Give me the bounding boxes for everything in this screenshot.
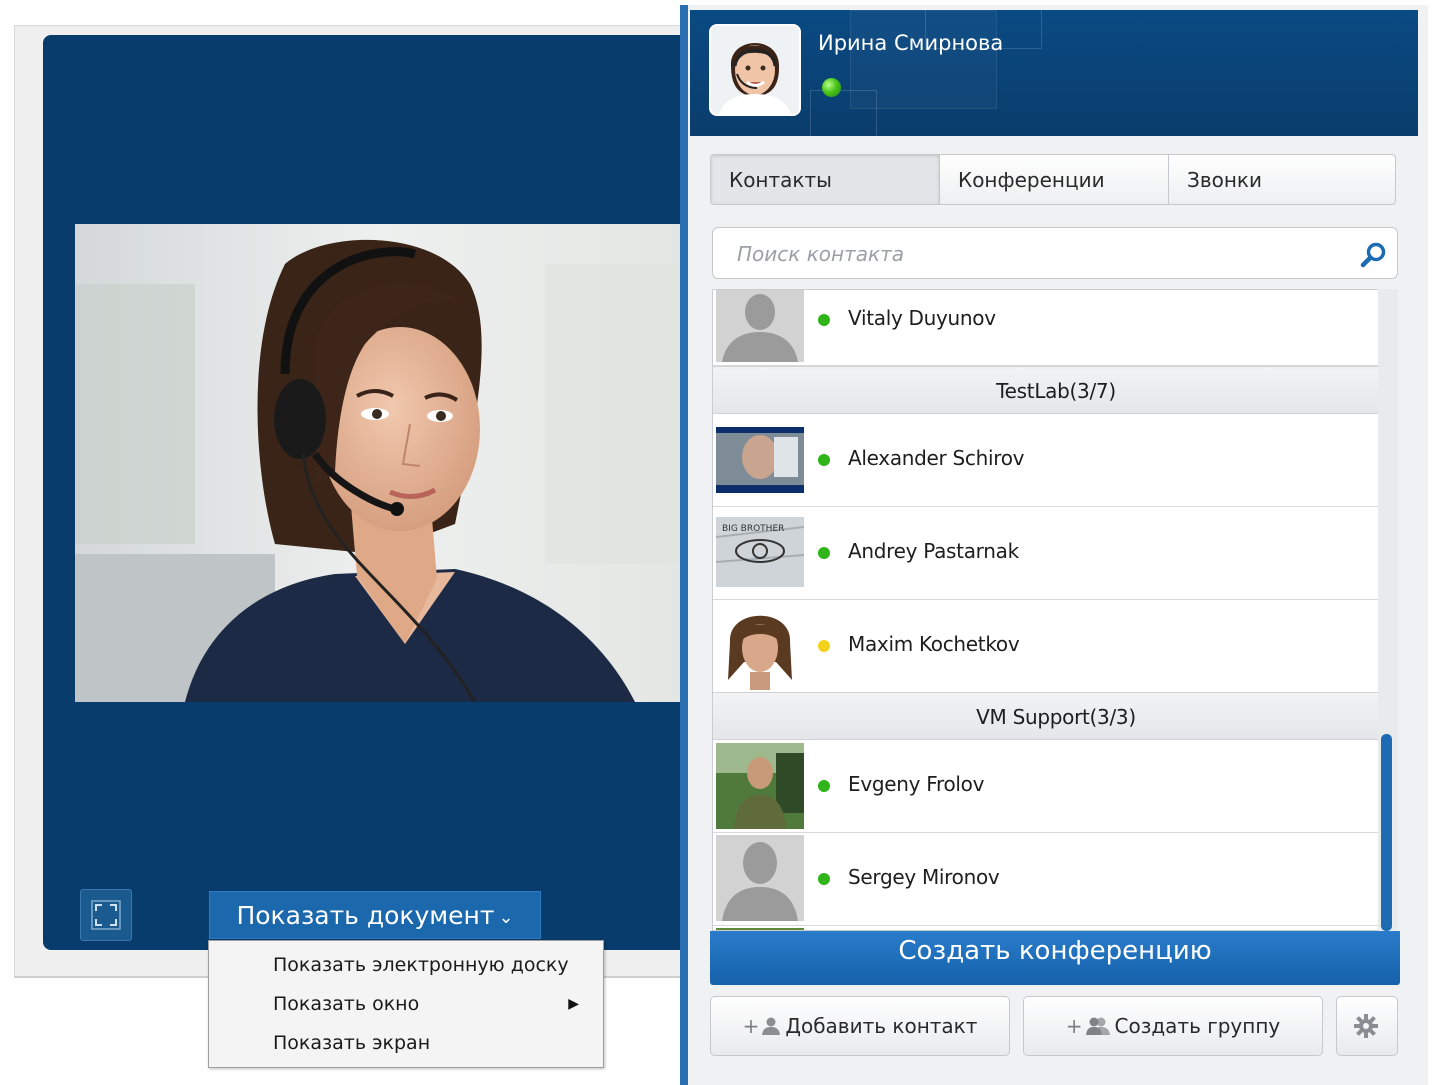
contact-avatar	[716, 290, 804, 362]
contact-row[interactable]: BIG BROTHER Andrey Pastarnak	[713, 507, 1379, 600]
contact-list: Vitaly Duyunov TestLab(3/7) Alexander Sc…	[712, 289, 1398, 931]
contact-row[interactable]: Vitaly Duyunov	[713, 290, 1379, 366]
menu-item-show-whiteboard[interactable]: Показать электронную доску	[209, 946, 603, 985]
menu-item-show-screen[interactable]: Показать экран	[209, 1024, 603, 1063]
create-conference-button[interactable]: Создать конференцию	[710, 931, 1400, 985]
group-icon	[1085, 1017, 1110, 1035]
status-away-icon	[818, 640, 830, 652]
remote-video-feed	[75, 224, 685, 702]
contact-name: Andrey Pastarnak	[848, 539, 1019, 563]
gear-icon	[1354, 1014, 1378, 1038]
contact-name: Vitaly Duyunov	[848, 306, 996, 330]
contact-avatar	[716, 602, 804, 690]
contact-row[interactable]: Sergey Mironov	[713, 833, 1379, 926]
chevron-down-icon: ⌄	[498, 906, 514, 928]
contact-row[interactable]: Evgeny Frolov	[713, 740, 1379, 833]
scrollbar-thumb[interactable]	[1381, 734, 1392, 931]
contact-name: Maxim Kochetkov	[848, 632, 1020, 656]
contact-search-box	[712, 227, 1398, 279]
contact-name: Evgeny Frolov	[848, 772, 985, 796]
group-header-testlab[interactable]: TestLab(3/7)	[713, 366, 1397, 414]
contact-avatar	[716, 427, 804, 493]
search-icon[interactable]	[1359, 240, 1389, 270]
contact-avatar	[716, 835, 804, 921]
fullscreen-button[interactable]	[80, 889, 132, 941]
tab-conferences[interactable]: Конференции	[940, 155, 1169, 204]
submenu-arrow-icon: ▶	[568, 996, 579, 1012]
user-icon	[762, 1017, 781, 1035]
contact-row[interactable]: Alexander Schirov	[713, 414, 1379, 507]
profile-header	[690, 10, 1418, 136]
contact-row[interactable]: Maxim Kochetkov	[713, 600, 1379, 693]
panel-tabs: Контакты Конференции Звонки	[710, 154, 1396, 205]
document-dropdown-menu: Показать электронную доску Показать окно…	[208, 940, 604, 1068]
show-document-button[interactable]: Показать документ ⌄	[209, 891, 541, 939]
fullscreen-icon	[91, 900, 121, 930]
contact-name: Alexander Schirov	[848, 446, 1025, 470]
status-online-icon	[818, 547, 830, 559]
plus-icon: +	[742, 1014, 760, 1038]
contact-avatar: BIG BROTHER	[716, 517, 804, 587]
plus-icon: +	[1065, 1014, 1083, 1038]
add-contact-button[interactable]: + Добавить контакт	[710, 996, 1010, 1056]
user-avatar[interactable]	[711, 26, 799, 114]
tab-contacts[interactable]: Контакты	[711, 155, 940, 204]
tab-calls[interactable]: Звонки	[1169, 155, 1395, 204]
status-online-icon	[818, 780, 830, 792]
settings-button[interactable]	[1336, 996, 1398, 1056]
status-online-icon	[818, 873, 830, 885]
show-document-label: Показать документ	[236, 900, 495, 930]
create-group-button[interactable]: + Создать группу	[1023, 996, 1323, 1056]
group-header-vm-support[interactable]: VM Support(3/3)	[713, 692, 1397, 740]
contact-search-input[interactable]	[735, 236, 1339, 272]
contact-avatar	[716, 743, 804, 829]
user-name: Ирина Смирнова	[818, 31, 1004, 55]
svg-text:BIG BROTHER: BIG BROTHER	[722, 524, 784, 534]
menu-item-show-window[interactable]: Показать окно ▶	[209, 985, 603, 1024]
user-status-indicator[interactable]	[822, 78, 841, 97]
contact-name: Sergey Mironov	[848, 865, 1000, 889]
status-online-icon	[818, 454, 830, 466]
status-online-icon	[818, 314, 830, 326]
